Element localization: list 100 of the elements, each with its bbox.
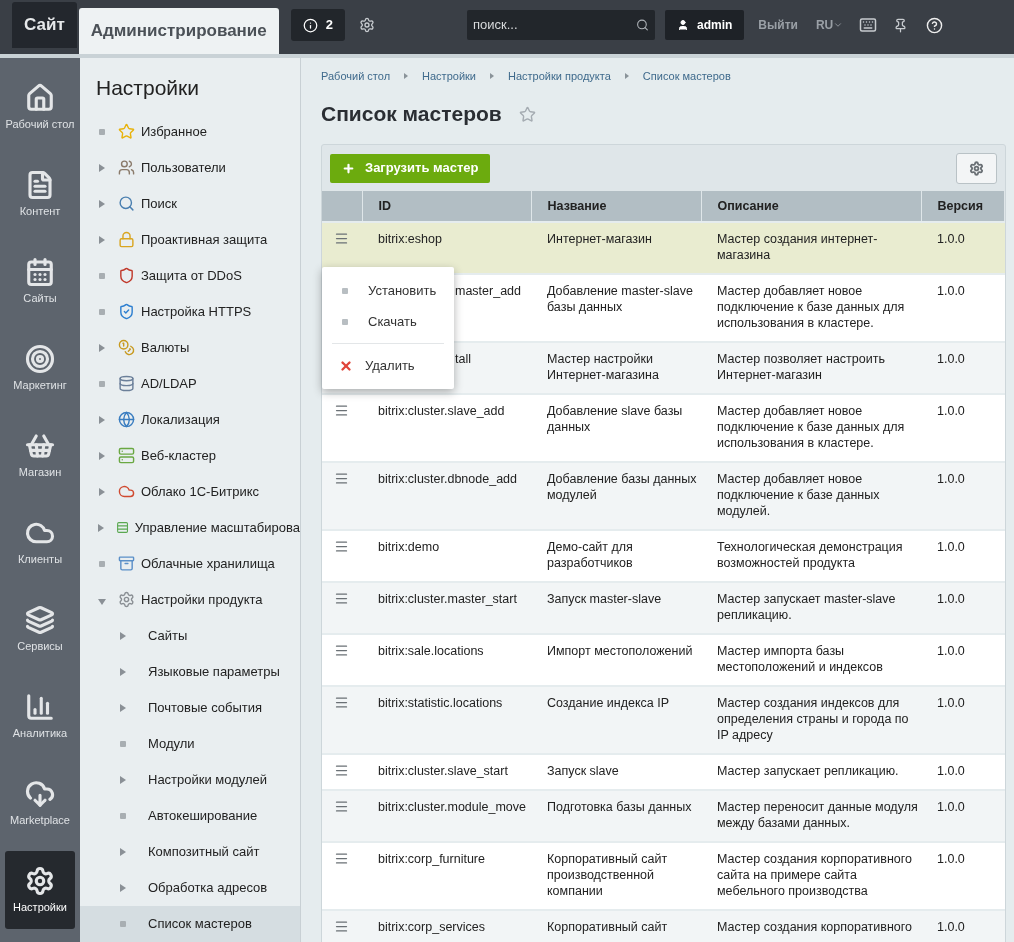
collapsed-arrow-icon[interactable] xyxy=(99,451,105,460)
row-menu-icon[interactable] xyxy=(334,763,349,778)
nav-item[interactable]: Рабочий стол xyxy=(5,68,75,146)
collapsed-arrow-icon[interactable] xyxy=(99,415,105,424)
settings-icon[interactable] xyxy=(359,17,375,33)
nav-item[interactable]: Контент xyxy=(5,155,75,233)
menu-item[interactable]: Поиск xyxy=(80,185,300,222)
collapsed-arrow-icon[interactable] xyxy=(99,163,105,172)
row-menu-icon[interactable] xyxy=(334,403,349,418)
menu-item[interactable]: Защита от DDoS xyxy=(80,257,300,294)
breadcrumb-link[interactable]: Настройки xyxy=(422,67,476,85)
menu-item[interactable]: Облачные хранилища xyxy=(80,545,300,582)
nav-item[interactable]: Сервисы xyxy=(5,590,75,668)
menu-item[interactable]: Настройки модулей xyxy=(80,761,300,798)
row-menu-icon[interactable] xyxy=(334,471,349,486)
keyboard-icon[interactable] xyxy=(859,16,878,34)
collapsed-arrow-icon[interactable] xyxy=(99,487,105,496)
menu-item[interactable]: Пользователи xyxy=(80,149,300,186)
version-text: 1.0.0 xyxy=(937,352,965,366)
table-row[interactable]: bitrix:corp_services Корпоративный сайт Мастер создания корпоративного 1.0.0 xyxy=(322,910,1005,942)
user-button[interactable]: admin xyxy=(665,10,745,40)
top-tab[interactable]: Администрирование xyxy=(78,8,279,54)
breadcrumb-link[interactable]: Настройки продукта xyxy=(508,67,611,85)
table-row[interactable]: bitrix:corp_furniture Корпоративный сайт производственной компании Мастер создания корпоративного сайта на примере сайта мебельного производства 1.0.0 xyxy=(322,842,1005,910)
menu-item[interactable]: Настройки продукта xyxy=(80,581,300,618)
menu-item[interactable]: Сайты xyxy=(80,617,300,654)
menu-item[interactable]: Избранное xyxy=(80,113,300,150)
settings-button[interactable] xyxy=(956,152,997,184)
row-menu-icon[interactable] xyxy=(334,539,349,554)
context-menu-item[interactable]: Установить xyxy=(322,275,454,306)
server-icon xyxy=(118,447,135,464)
help-icon[interactable] xyxy=(926,16,944,34)
table-row[interactable]: bitrix:statistic.locations Создание индекса IP Мастер создания индексов для определения страны и города по IP адресу 1.0.0 xyxy=(322,686,1005,754)
search-icon xyxy=(636,18,649,32)
breadcrumb-link[interactable]: Рабочий стол xyxy=(321,67,391,85)
table-row[interactable]: bitrix:cluster.master_start Запуск master-slave Мастер запускает master-slave репликацию. 1.0.0 xyxy=(322,582,1005,634)
expanded-arrow-icon[interactable] xyxy=(98,598,106,605)
menu-item[interactable]: Композитный сайт xyxy=(80,833,300,870)
collapsed-arrow-icon[interactable] xyxy=(120,883,126,892)
table-row[interactable]: bitrix:sale.locations Импорт местоположений Мастер импорта базы местоположений и индексов 1.0.0 xyxy=(322,634,1005,686)
row-menu-icon[interactable] xyxy=(334,591,349,606)
menu-item[interactable]: Обработка адресов xyxy=(80,869,300,906)
collapsed-arrow-icon[interactable] xyxy=(120,703,126,712)
bullet-icon xyxy=(342,318,348,325)
favorite-star-icon[interactable] xyxy=(518,105,536,123)
table-row[interactable]: bitrix:cluster.module_move Подготовка базы данных Мастер переносит данные модуля между базами данных. 1.0.0 xyxy=(322,790,1005,842)
menu-item[interactable]: Языковые параметры xyxy=(80,653,300,690)
search-input[interactable]: поиск... xyxy=(473,15,637,35)
logout-link[interactable]: Выйти xyxy=(758,16,798,34)
row-menu-icon[interactable] xyxy=(334,799,349,814)
context-menu-item[interactable]: Скачать xyxy=(322,306,454,337)
nav-item[interactable]: Сайты xyxy=(5,242,75,320)
nav-item[interactable]: Маркетинг xyxy=(5,329,75,407)
search-field[interactable]: поиск... xyxy=(467,10,655,40)
menu-item[interactable]: Облако 1С-Битрикс xyxy=(80,473,300,510)
collapsed-arrow-icon[interactable] xyxy=(99,199,105,208)
menu-item[interactable]: Проактивная защита xyxy=(80,221,300,258)
table-row[interactable]: bitrix:demo Демо-сайт для разработчиков Технологическая демонстрация возможностей продукта 1.0.0 xyxy=(322,530,1005,582)
pin-icon[interactable] xyxy=(893,17,909,33)
collapsed-arrow-icon[interactable] xyxy=(120,847,126,856)
breadcrumb-link[interactable]: Список мастеров xyxy=(642,67,731,85)
version-text: 1.0.0 xyxy=(937,644,965,658)
row-menu-icon[interactable] xyxy=(334,643,349,658)
menu-item[interactable]: Модули xyxy=(80,725,300,762)
language-button[interactable]: RU xyxy=(815,16,844,34)
basket-icon xyxy=(25,431,55,461)
row-menu-icon[interactable] xyxy=(334,231,349,246)
collapsed-arrow-icon[interactable] xyxy=(97,523,104,532)
document-icon xyxy=(25,170,55,200)
row-menu-icon[interactable] xyxy=(334,851,349,866)
menu-item[interactable]: Управление масштабирова xyxy=(80,509,300,546)
collapsed-arrow-icon[interactable] xyxy=(120,631,126,640)
nav-item[interactable]: Аналитика xyxy=(5,677,75,755)
collapsed-arrow-icon[interactable] xyxy=(120,667,126,676)
lock-icon xyxy=(118,231,135,248)
top-tab[interactable]: Сайт xyxy=(12,2,77,48)
notifications-button[interactable]: 2 xyxy=(290,9,345,41)
menu-item[interactable]: Автокеширование xyxy=(80,797,300,834)
nav-item[interactable]: Клиенты xyxy=(5,503,75,581)
table-row[interactable]: bitrix:cluster.slave_start Запуск slave Мастер запускает репликацию. 1.0.0 xyxy=(322,754,1005,790)
menu-item[interactable]: Почтовые события xyxy=(80,689,300,726)
menu-item[interactable]: Веб-кластер xyxy=(80,437,300,474)
nav-item[interactable]: Marketplace xyxy=(5,764,75,842)
table-row[interactable]: bitrix:cluster.slave_add Добавление slave базы данных Мастер добавляет новое подключение к базе данных для использования в кластере. 1.0.0 xyxy=(322,394,1005,462)
row-menu-icon[interactable] xyxy=(334,919,349,934)
collapsed-arrow-icon[interactable] xyxy=(99,235,105,244)
menu-item[interactable]: AD/LDAP xyxy=(80,365,300,402)
context-menu-item[interactable]: Удалить xyxy=(322,350,454,381)
row-menu-icon[interactable] xyxy=(334,695,349,710)
collapsed-arrow-icon[interactable] xyxy=(99,343,105,352)
version-text: 1.0.0 xyxy=(937,540,965,554)
description-text: Мастер добавляет новое подключение к базе данных для использования в кластере. xyxy=(717,404,905,450)
nav-item[interactable]: Магазин xyxy=(5,416,75,494)
menu-item[interactable]: Локализация xyxy=(80,401,300,438)
collapsed-arrow-icon[interactable] xyxy=(120,775,126,784)
window-icon xyxy=(118,375,135,392)
menu-item[interactable]: Настройка HTTPS xyxy=(80,293,300,330)
nav-item[interactable]: Настройки xyxy=(5,851,75,929)
menu-item[interactable]: Список мастеров xyxy=(80,905,300,942)
menu-item[interactable]: Валюты xyxy=(80,329,300,366)
